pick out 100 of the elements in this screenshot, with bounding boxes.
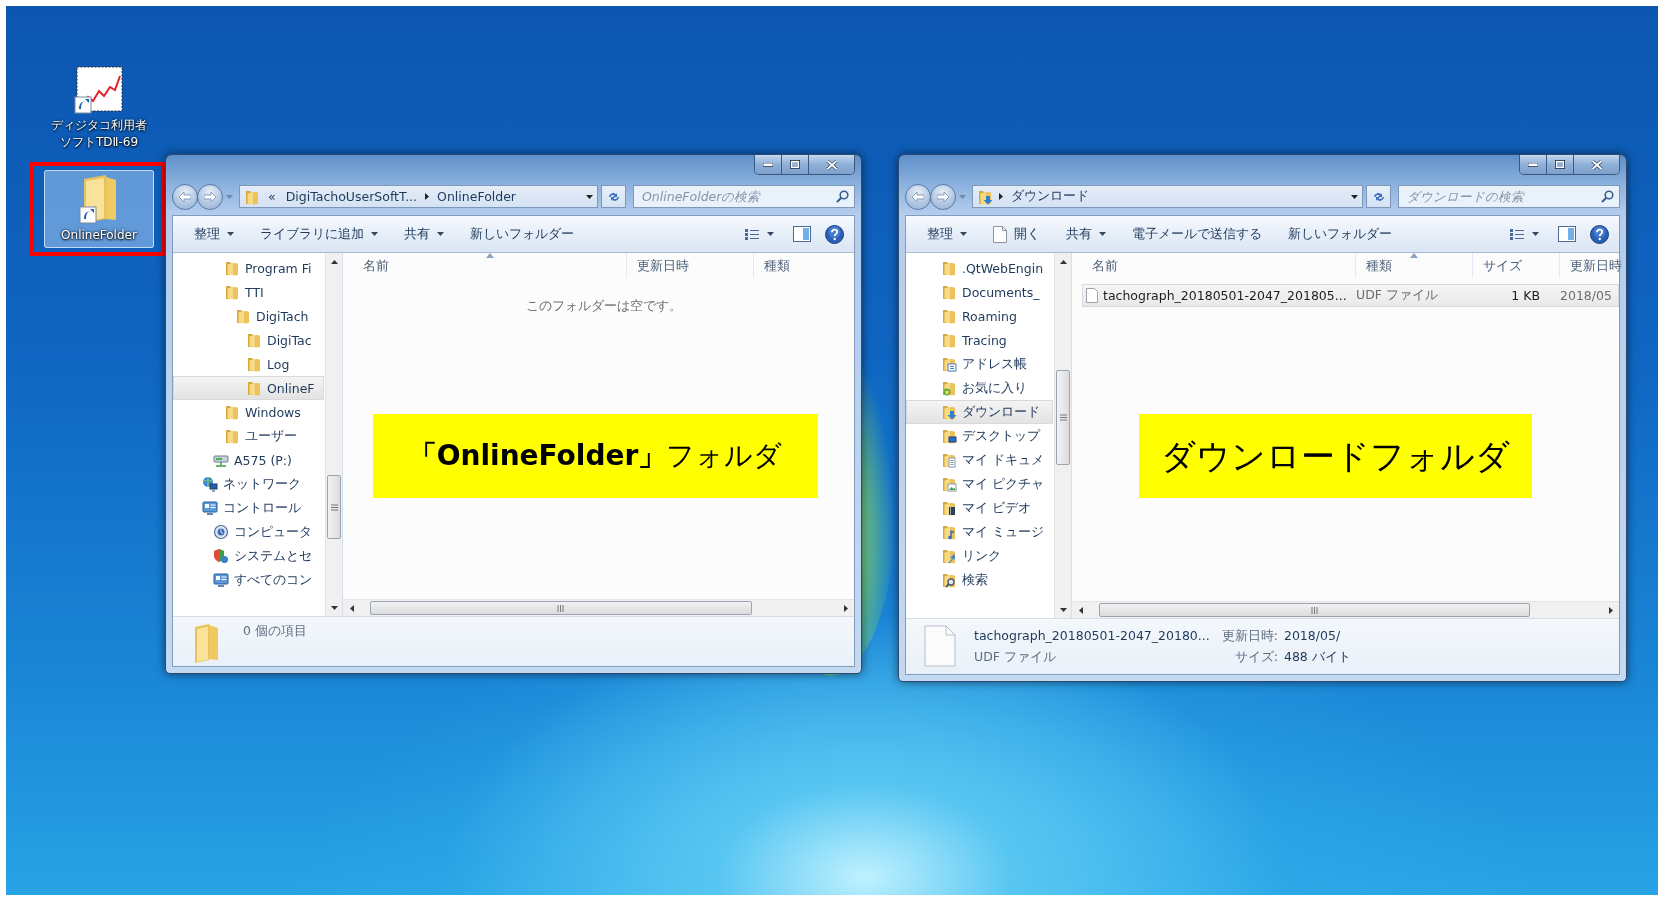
column-header[interactable]: 更新日時: [627, 253, 754, 278]
folder-icon: [246, 356, 262, 372]
breadcrumb-segment[interactable]: ダウンロード: [1009, 188, 1091, 205]
scroll-right-icon[interactable]: [1608, 607, 1613, 614]
documents-folder-icon: [941, 452, 957, 468]
toolbar-button[interactable]: 共有: [1057, 220, 1115, 248]
scroll-down-icon[interactable]: [330, 605, 338, 610]
scroll-down-icon[interactable]: [1059, 607, 1067, 612]
tree-item[interactable]: Log: [173, 352, 324, 376]
tree-item[interactable]: お気に入り: [906, 376, 1053, 400]
tree-item[interactable]: Tracing: [906, 328, 1053, 352]
address-bar[interactable]: ダウンロード: [972, 185, 1363, 208]
breadcrumb-segment[interactable]: OnlineFolder: [435, 189, 518, 204]
scroll-thumb[interactable]: [1056, 370, 1070, 465]
desktop-shortcut[interactable]: ディジタコ利用者 ソフトTDⅡ-69: [44, 62, 154, 155]
maximize-button[interactable]: [782, 155, 809, 174]
breadcrumb-arrow-icon[interactable]: [999, 193, 1003, 200]
toolbar-button[interactable]: 整理: [185, 220, 243, 248]
scroll-right-icon[interactable]: [843, 605, 848, 612]
maximize-button[interactable]: [1547, 155, 1574, 174]
search-field[interactable]: ダウンロードの検索: [1398, 185, 1620, 208]
tree-item[interactable]: ユーザー: [173, 424, 324, 448]
minimize-icon: [1528, 162, 1538, 167]
refresh-button[interactable]: [601, 185, 626, 208]
tree-item[interactable]: デスクトップ: [906, 424, 1053, 448]
caret-icon: [767, 232, 774, 236]
toolbar-button[interactable]: ライブラリに追加: [251, 220, 387, 248]
back-button[interactable]: [172, 183, 198, 210]
tree-item[interactable]: すべてのコン: [173, 568, 324, 592]
folder-icon: [224, 260, 240, 276]
tree-item[interactable]: .QtWebEngin: [906, 256, 1053, 280]
column-header[interactable]: 種類: [1356, 253, 1473, 278]
forward-button[interactable]: [197, 183, 223, 210]
column-header[interactable]: 名前: [353, 253, 627, 278]
tree-item[interactable]: OnlineF: [173, 376, 324, 400]
help-icon[interactable]: [825, 224, 844, 244]
file-icon: [1086, 288, 1098, 303]
dropdown-caret-icon[interactable]: [1351, 194, 1358, 199]
toolbar-button[interactable]: 新しいフォルダー: [461, 220, 583, 248]
horizontal-scrollbar[interactable]: [343, 599, 854, 616]
close-button[interactable]: [809, 155, 854, 174]
scroll-thumb[interactable]: [327, 475, 341, 539]
tree-item[interactable]: アドレス帳: [906, 352, 1053, 376]
tree-item[interactable]: マイ ピクチャ: [906, 472, 1053, 496]
close-button[interactable]: [1574, 155, 1619, 174]
scroll-up-icon[interactable]: [330, 259, 338, 264]
overflow-chevron[interactable]: «: [266, 189, 278, 204]
tree-item[interactable]: Roaming: [906, 304, 1053, 328]
column-header[interactable]: サイズ: [1473, 253, 1560, 278]
preview-pane-icon[interactable]: [793, 226, 811, 242]
tree-item[interactable]: Program Fi: [173, 256, 324, 280]
table-cell-text: 1 KB: [1510, 288, 1541, 303]
toolbar-button[interactable]: 開く: [984, 220, 1049, 248]
preview-pane-icon[interactable]: [1558, 226, 1576, 242]
tree-item[interactable]: DigiTac: [173, 328, 324, 352]
file-row[interactable]: tachograph_20180501-2047_201805... UDF ファイル 1 KB 2018/05: [1082, 284, 1619, 307]
tree-item[interactable]: TTI: [173, 280, 324, 304]
tree-item[interactable]: ダウンロード: [906, 400, 1053, 424]
scroll-left-icon[interactable]: [1078, 607, 1083, 614]
tree-item[interactable]: Windows: [173, 400, 324, 424]
tree-item[interactable]: マイ ドキュメ: [906, 448, 1053, 472]
horizontal-scrollbar[interactable]: [1072, 601, 1619, 618]
toolbar-button[interactable]: 共有: [395, 220, 453, 248]
dropdown-caret-icon[interactable]: [586, 194, 593, 199]
help-icon[interactable]: [1590, 224, 1609, 244]
file-type: UDF ファイル: [974, 649, 1057, 666]
search-field[interactable]: OnlineFolderの検索: [633, 185, 855, 208]
tree-item[interactable]: システムとセ: [173, 544, 324, 568]
tree-item[interactable]: マイ ミュージ: [906, 520, 1053, 544]
annotation-label: ダウンロードフォルダ: [1139, 414, 1532, 498]
tree-item[interactable]: コントロール: [173, 496, 324, 520]
caret-icon: [960, 232, 967, 236]
column-header[interactable]: 種類: [754, 253, 854, 278]
minimize-button[interactable]: [755, 155, 782, 174]
address-bar[interactable]: « DigiTachoUserSoftT... OnlineFolder: [239, 185, 598, 208]
column-header[interactable]: 名前: [1082, 253, 1356, 278]
tree-item[interactable]: コンピュータ: [173, 520, 324, 544]
tree-item[interactable]: リンク: [906, 544, 1053, 568]
tree-item[interactable]: Documents_: [906, 280, 1053, 304]
pictures-folder-icon: [941, 476, 957, 492]
scroll-left-icon[interactable]: [349, 605, 354, 612]
scroll-thumb[interactable]: [369, 601, 752, 615]
scroll-up-icon[interactable]: [1059, 259, 1067, 264]
tree-item[interactable]: DigiTach: [173, 304, 324, 328]
tree-item[interactable]: A575 (P:): [173, 448, 324, 472]
vertical-scrollbar[interactable]: [325, 253, 342, 616]
minimize-button[interactable]: [1520, 155, 1547, 174]
breadcrumb-arrow-icon[interactable]: [425, 193, 430, 200]
forward-button[interactable]: [930, 183, 956, 210]
vertical-scrollbar[interactable]: [1054, 253, 1071, 618]
toolbar-button[interactable]: 電子メールで送信する: [1123, 220, 1271, 248]
back-button[interactable]: [905, 183, 931, 210]
refresh-button[interactable]: [1366, 185, 1391, 208]
breadcrumb-segment[interactable]: DigiTachoUserSoftT...: [283, 189, 420, 204]
toolbar-button[interactable]: 整理: [918, 220, 976, 248]
toolbar-button[interactable]: 新しいフォルダー: [1279, 220, 1401, 248]
scroll-thumb[interactable]: [1099, 603, 1531, 617]
tree-item[interactable]: ネットワーク: [173, 472, 324, 496]
tree-item[interactable]: 検索: [906, 568, 1053, 592]
tree-item[interactable]: マイ ビデオ: [906, 496, 1053, 520]
